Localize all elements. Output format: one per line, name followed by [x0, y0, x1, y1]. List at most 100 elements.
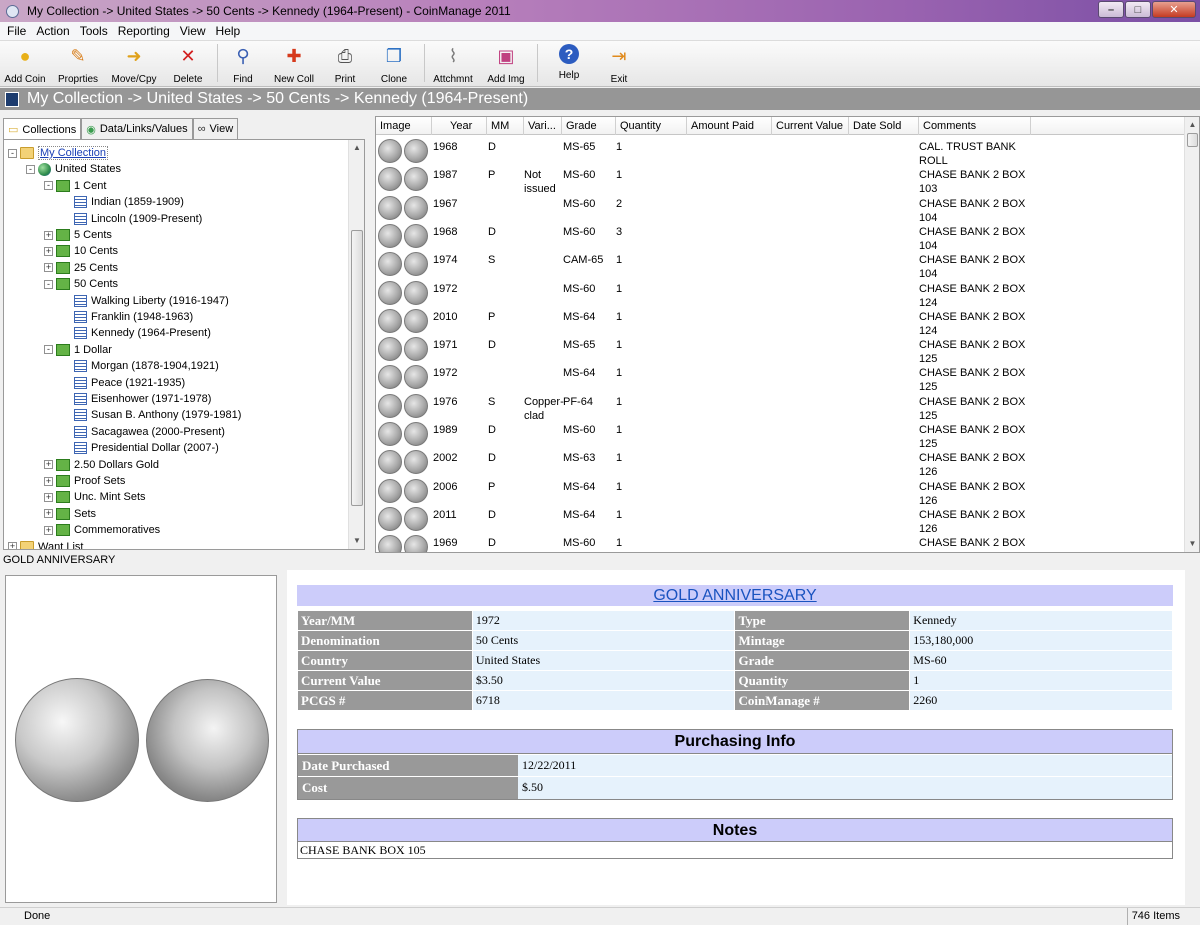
tree-node[interactable]: Lincoln (1909-Present)	[62, 211, 202, 227]
tree-node[interactable]: - 1 Dollar	[44, 342, 112, 358]
tab-data-links-values[interactable]: ◉ Data/Links/Values	[81, 118, 193, 139]
toolbar-exit-button[interactable]: ⇥ Exit	[597, 41, 641, 85]
menu-help[interactable]: Help	[211, 24, 246, 38]
table-row[interactable]: 1972 MS-64 1 CHASE BANK 2 BOX 125	[376, 363, 1186, 393]
tree-node[interactable]: Peace (1921-1935)	[62, 375, 185, 391]
tree-node[interactable]: +10 Cents	[44, 243, 118, 259]
expander-icon[interactable]: +	[44, 460, 53, 470]
column-header-quantity[interactable]: Quantity	[616, 117, 687, 135]
column-header-grade[interactable]: Grade	[562, 117, 616, 135]
expander-icon[interactable]: -	[44, 181, 53, 191]
scroll-up-icon[interactable]: ▲	[1185, 117, 1199, 133]
column-header-mm[interactable]: MM	[487, 117, 524, 135]
tree-node[interactable]: Eisenhower (1971-1978)	[62, 391, 211, 407]
tree-node[interactable]: Walking Liberty (1916-1947)	[62, 293, 229, 309]
column-header-image[interactable]: Image	[376, 117, 432, 135]
tree-scrollbar[interactable]: ▲ ▼	[348, 140, 364, 549]
tab-collections[interactable]: ▭ Collections	[3, 118, 82, 140]
tree-node[interactable]: - United States	[26, 161, 121, 177]
table-row[interactable]: 1989 D MS-60 1 CHASE BANK 2 BOX 125	[376, 420, 1186, 450]
expander-icon[interactable]: +	[44, 509, 53, 519]
tree-node[interactable]: + Want List	[8, 539, 83, 549]
tree-node[interactable]: + Commemoratives	[44, 522, 160, 538]
table-row[interactable]: 1972 MS-60 1 CHASE BANK 2 BOX 124	[376, 279, 1186, 309]
expander-icon[interactable]: +	[44, 230, 53, 240]
table-row[interactable]: 1967 MS-60 2 CHASE BANK 2 BOX 104	[376, 194, 1186, 224]
column-header-date-sold[interactable]: Date Sold	[849, 117, 919, 135]
tree-node[interactable]: Morgan (1878-1904,1921)	[62, 358, 219, 374]
toolbar-new-collection-button[interactable]: ✚ New Coll	[265, 41, 323, 85]
tree-node[interactable]: + Sets	[44, 506, 96, 522]
expander-icon[interactable]: -	[44, 279, 53, 289]
scroll-down-icon[interactable]: ▼	[349, 533, 364, 549]
minimize-icon[interactable]: –	[1098, 1, 1124, 18]
column-header-vari[interactable]: Vari...	[524, 117, 562, 135]
toolbar-attachment-button[interactable]: ⌇ Attchmnt	[428, 41, 478, 85]
scroll-down-icon[interactable]: ▼	[1185, 536, 1199, 552]
menu-file[interactable]: File	[2, 24, 31, 38]
detail-title-link[interactable]: GOLD ANNIVERSARY	[297, 585, 1173, 606]
table-row[interactable]: 2006 P MS-64 1 CHASE BANK 2 BOX 126	[376, 477, 1186, 507]
toolbar-add-coin-button[interactable]: ● Add Coin	[0, 41, 50, 85]
table-row[interactable]: 1976 S Copper-clad PF-64 1 CHASE BANK 2 BOX 12…	[376, 392, 1186, 422]
tree-node[interactable]: +25 Cents	[44, 260, 118, 276]
expander-icon[interactable]: +	[44, 263, 53, 273]
tree-node[interactable]: Susan B. Anthony (1979-1981)	[62, 407, 241, 423]
detail-scrollbar[interactable]	[1185, 570, 1200, 907]
column-header-amount-paid[interactable]: Amount Paid	[687, 117, 772, 135]
tree-node[interactable]: +5 Cents	[44, 227, 112, 243]
column-header-year[interactable]: Year	[432, 117, 487, 135]
table-row[interactable]: 1968 D MS-65 1 CAL. TRUST BANK ROLL	[376, 137, 1186, 167]
toolbar-print-button[interactable]: ⎙ Print	[323, 41, 367, 85]
column-header-comments[interactable]: Comments	[919, 117, 1031, 135]
maximize-icon[interactable]: □	[1125, 1, 1151, 18]
toolbar-clone-button[interactable]: ❐ Clone	[367, 41, 421, 85]
expander-icon[interactable]: +	[8, 542, 17, 549]
tree-node[interactable]: Presidential Dollar (2007-)	[62, 440, 219, 456]
table-row[interactable]: 2010 P MS-64 1 CHASE BANK 2 BOX 124	[376, 307, 1186, 337]
tree-node[interactable]: + Proof Sets	[44, 473, 125, 489]
tree-node[interactable]: - My Collection	[8, 145, 109, 161]
table-row[interactable]: 1969 D MS-60 1 CHASE BANK 2 BOX	[376, 533, 1186, 552]
tree-node[interactable]: - 1 Cent	[44, 178, 106, 194]
tab-view[interactable]: ∞ View	[192, 118, 239, 139]
grid-scrollbar[interactable]: ▲ ▼	[1184, 117, 1199, 552]
expander-icon[interactable]: +	[44, 476, 53, 486]
menu-view[interactable]: View	[175, 24, 211, 38]
table-row[interactable]: 2011 D MS-64 1 CHASE BANK 2 BOX 126	[376, 505, 1186, 535]
expander-icon[interactable]: -	[26, 164, 35, 174]
scroll-up-icon[interactable]: ▲	[349, 140, 364, 156]
expander-icon[interactable]: +	[44, 525, 53, 535]
expander-icon[interactable]: +	[44, 246, 53, 256]
toolbar-move-copy-button[interactable]: ➜ Move/Cpy	[106, 41, 162, 85]
toolbar-find-button[interactable]: ⚲ Find	[221, 41, 265, 85]
coin-grid[interactable]: Image Year MM Vari... Grade Quantity Amount Pa…	[375, 116, 1200, 553]
toolbar-help-button[interactable]: ? Help	[541, 41, 597, 85]
toolbar-properties-button[interactable]: ✎ Proprties	[50, 41, 106, 85]
collection-tree[interactable]: ▲ ▼ - My Collection - United States -1 Cent I…	[3, 139, 365, 550]
expander-icon[interactable]: -	[8, 148, 17, 158]
toolbar-delete-button[interactable]: ✕ Delete	[162, 41, 214, 85]
toolbar-add-image-button[interactable]: ▣ Add Img	[478, 41, 534, 85]
table-row[interactable]: 1974 S CAM-65 1 CHASE BANK 2 BOX 104	[376, 250, 1186, 280]
menu-tools[interactable]: Tools	[75, 24, 113, 38]
menu-reporting[interactable]: Reporting	[113, 24, 175, 38]
expander-icon[interactable]: -	[44, 345, 53, 355]
tree-node[interactable]: Sacagawea (2000-Present)	[62, 424, 225, 440]
tree-node[interactable]: Indian (1859-1909)	[62, 194, 184, 210]
scrollbar-thumb[interactable]	[351, 230, 363, 506]
column-header-current-value[interactable]: Current Value	[772, 117, 849, 135]
tree-node[interactable]: + Unc. Mint Sets	[44, 489, 146, 505]
tree-node[interactable]: +2.50 Dollars Gold	[44, 457, 159, 473]
menu-action[interactable]: Action	[31, 24, 74, 38]
table-row[interactable]: 1968 D MS-60 3 CHASE BANK 2 BOX 104	[376, 222, 1186, 252]
tree-node[interactable]: Kennedy (1964-Present)	[62, 325, 211, 341]
expander-icon[interactable]: +	[44, 492, 53, 502]
table-row[interactable]: 1971 D MS-65 1 CHASE BANK 2 BOX 125	[376, 335, 1186, 365]
tree-node[interactable]: Franklin (1948-1963)	[62, 309, 193, 325]
scrollbar-thumb[interactable]	[1187, 133, 1198, 147]
tree-node[interactable]: - 50 Cents	[44, 276, 118, 292]
table-row[interactable]: 1987 P Not issued MS-60 1 CHASE BANK 2 BOX 103	[376, 165, 1186, 195]
table-row[interactable]: 2002 D MS-63 1 CHASE BANK 2 BOX 126	[376, 448, 1186, 478]
close-icon[interactable]: ✕	[1152, 1, 1196, 18]
